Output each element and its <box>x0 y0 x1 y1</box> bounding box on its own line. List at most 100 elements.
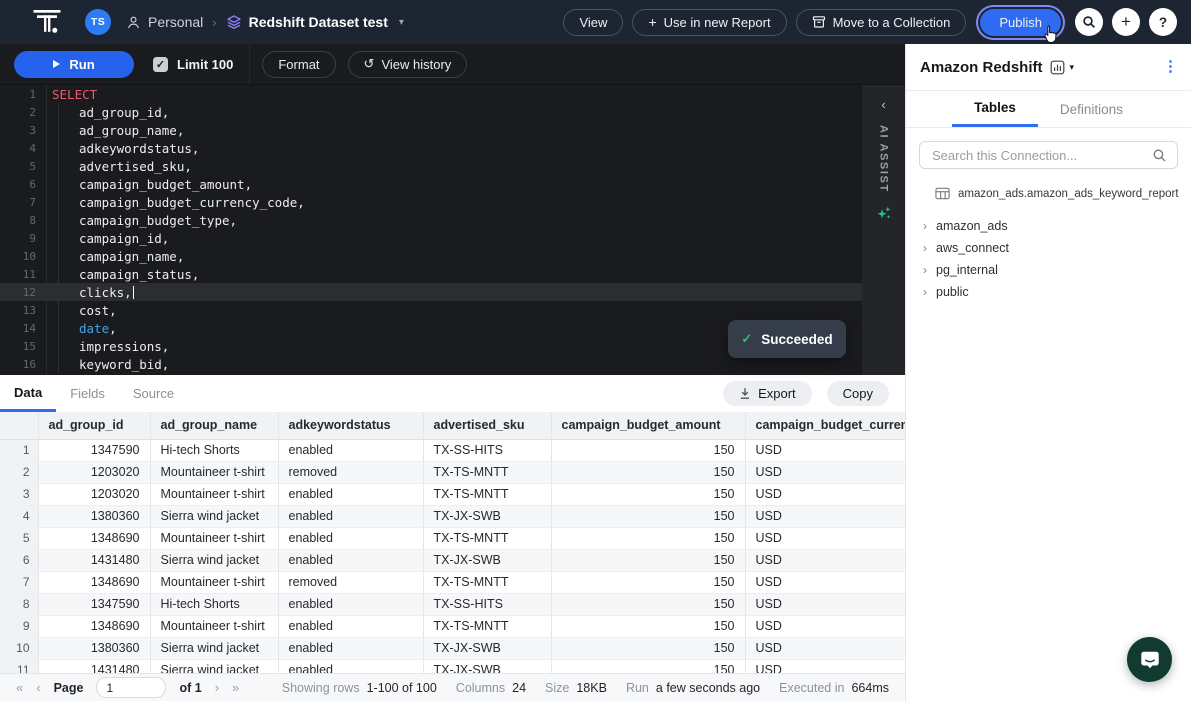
table-cell[interactable]: USD <box>745 505 905 527</box>
column-header[interactable]: ad_group_id <box>38 412 150 439</box>
table-cell[interactable]: 150 <box>551 527 745 549</box>
table-cell[interactable]: 1431480 <box>38 549 150 571</box>
run-button[interactable]: Run <box>14 51 134 78</box>
row-number[interactable]: 10 <box>0 637 38 659</box>
table-cell[interactable]: 1347590 <box>38 593 150 615</box>
table-cell[interactable]: TX-TS-MNTT <box>423 483 551 505</box>
table-cell[interactable]: Sierra wind jacket <box>150 505 278 527</box>
search-button[interactable] <box>1075 8 1103 36</box>
table-cell[interactable]: Sierra wind jacket <box>150 549 278 571</box>
column-header[interactable]: ad_group_name <box>150 412 278 439</box>
table-cell[interactable]: 1348690 <box>38 571 150 593</box>
kebab-menu-icon[interactable]: ⋮ <box>1163 57 1178 75</box>
table-cell[interactable]: enabled <box>278 659 423 673</box>
table-cell[interactable]: TX-JX-SWB <box>423 549 551 571</box>
column-header[interactable]: advertised_sku <box>423 412 551 439</box>
table-cell[interactable]: 150 <box>551 549 745 571</box>
code-line[interactable]: 8campaign_budget_type, <box>0 211 862 229</box>
title-caret-icon[interactable]: ▾ <box>399 17 404 28</box>
code-line[interactable]: 12clicks, <box>0 283 862 301</box>
connection-name[interactable]: Amazon Redshift <box>920 59 1043 76</box>
sidebar-tab-tables[interactable]: Tables <box>952 91 1038 127</box>
view-history-button[interactable]: ↺ View history <box>348 51 468 78</box>
table-cell[interactable]: Mountaineer t-shirt <box>150 615 278 637</box>
connection-caret-icon[interactable]: ▾ <box>1070 62 1075 73</box>
table-cell[interactable]: USD <box>745 483 905 505</box>
row-number[interactable]: 5 <box>0 527 38 549</box>
sidebar-tab-definitions[interactable]: Definitions <box>1038 91 1145 127</box>
results-tab-fields[interactable]: Fields <box>56 375 119 412</box>
schema-item-pg_internal[interactable]: ›pg_internal <box>906 259 1191 281</box>
table-cell[interactable]: Sierra wind jacket <box>150 637 278 659</box>
table-cell[interactable]: TX-JX-SWB <box>423 659 551 673</box>
document-title[interactable]: Redshift Dataset test <box>249 14 388 30</box>
code-line[interactable]: 3ad_group_name, <box>0 121 862 139</box>
code-line[interactable]: 16keyword_bid, <box>0 355 862 373</box>
format-button[interactable]: Format <box>262 51 335 78</box>
table-cell[interactable]: USD <box>745 549 905 571</box>
table-cell[interactable]: 150 <box>551 439 745 461</box>
table-cell[interactable]: TX-TS-MNTT <box>423 571 551 593</box>
ai-assist-panel[interactable]: ‹ AI ASSIST <box>862 85 905 375</box>
row-number[interactable]: 7 <box>0 571 38 593</box>
export-button[interactable]: Export <box>723 381 812 406</box>
row-number[interactable]: 1 <box>0 439 38 461</box>
table-cell[interactable]: 150 <box>551 593 745 615</box>
table-cell[interactable]: 1380360 <box>38 505 150 527</box>
table-cell[interactable]: removed <box>278 461 423 483</box>
results-tab-data[interactable]: Data <box>0 375 56 412</box>
help-button[interactable]: ? <box>1149 8 1177 36</box>
row-number[interactable]: 3 <box>0 483 38 505</box>
table-cell[interactable]: USD <box>745 593 905 615</box>
table-cell[interactable]: USD <box>745 637 905 659</box>
table-cell[interactable]: enabled <box>278 593 423 615</box>
copy-button[interactable]: Copy <box>827 381 889 406</box>
row-number[interactable]: 2 <box>0 461 38 483</box>
row-number[interactable]: 9 <box>0 615 38 637</box>
table-cell[interactable]: TX-SS-HITS <box>423 593 551 615</box>
chat-widget-button[interactable] <box>1127 637 1172 682</box>
table-cell[interactable]: Hi-tech Shorts <box>150 593 278 615</box>
table-cell[interactable]: TX-TS-MNTT <box>423 527 551 549</box>
table-cell[interactable]: enabled <box>278 483 423 505</box>
table-cell[interactable]: enabled <box>278 505 423 527</box>
collapse-chevron-icon[interactable]: ‹ <box>881 97 885 112</box>
table-cell[interactable]: removed <box>278 571 423 593</box>
schema-item-amazon_ads[interactable]: ›amazon_ads <box>906 215 1191 237</box>
table-cell[interactable]: Mountaineer t-shirt <box>150 527 278 549</box>
table-cell[interactable]: 1203020 <box>38 461 150 483</box>
table-cell[interactable]: USD <box>745 461 905 483</box>
breadcrumb-workspace[interactable]: Personal <box>148 14 203 30</box>
table-cell[interactable]: Mountaineer t-shirt <box>150 483 278 505</box>
table-cell[interactable]: 150 <box>551 637 745 659</box>
table-cell[interactable]: Hi-tech Shorts <box>150 439 278 461</box>
table-cell[interactable]: Mountaineer t-shirt <box>150 571 278 593</box>
row-number[interactable]: 8 <box>0 593 38 615</box>
code-line[interactable]: 6campaign_budget_amount, <box>0 175 862 193</box>
table-cell[interactable]: Mountaineer t-shirt <box>150 461 278 483</box>
avatar[interactable]: TS <box>85 9 111 35</box>
schema-item-aws_connect[interactable]: ›aws_connect <box>906 237 1191 259</box>
new-item-button[interactable]: + <box>1112 8 1140 36</box>
schema-item-public[interactable]: ›public <box>906 281 1191 303</box>
table-cell[interactable]: USD <box>745 659 905 673</box>
table-cell[interactable]: 1348690 <box>38 615 150 637</box>
column-header[interactable]: adkeywordstatus <box>278 412 423 439</box>
table-cell[interactable]: TX-TS-MNTT <box>423 461 551 483</box>
table-cell[interactable]: 1348690 <box>38 527 150 549</box>
move-to-collection-button[interactable]: Move to a Collection <box>796 9 967 36</box>
view-button[interactable]: View <box>563 9 623 36</box>
code-line[interactable]: 7campaign_budget_currency_code, <box>0 193 862 211</box>
next-page-icon[interactable]: › <box>215 680 219 695</box>
pinned-table-item[interactable]: amazon_ads.amazon_ads_keyword_report <box>935 187 1179 200</box>
table-cell[interactable]: enabled <box>278 637 423 659</box>
table-cell[interactable]: 150 <box>551 461 745 483</box>
table-cell[interactable]: 150 <box>551 483 745 505</box>
table-cell[interactable]: USD <box>745 439 905 461</box>
table-cell[interactable]: 150 <box>551 659 745 673</box>
code-line[interactable]: 1SELECT <box>0 85 862 103</box>
app-logo-icon[interactable] <box>33 9 62 35</box>
row-number[interactable]: 11 <box>0 659 38 673</box>
code-line[interactable]: 5advertised_sku, <box>0 157 862 175</box>
last-page-icon[interactable]: » <box>232 680 239 695</box>
